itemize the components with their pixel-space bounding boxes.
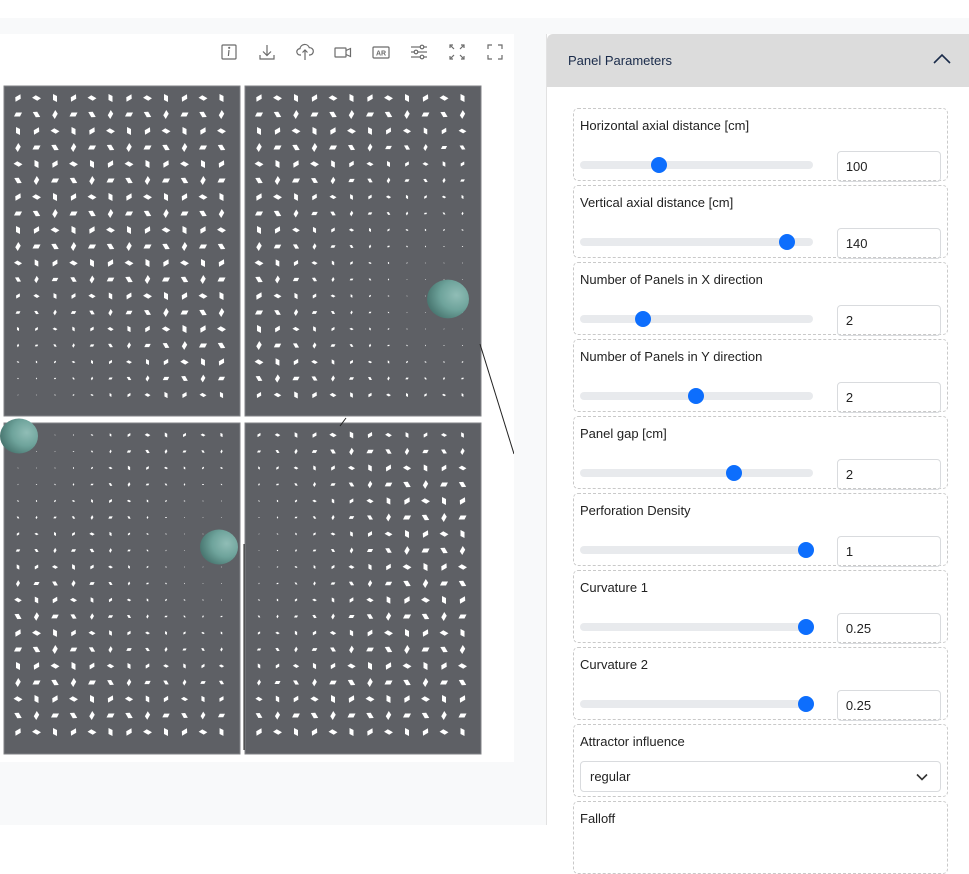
- parameter-group: Number of Panels in X direction 2: [573, 262, 948, 336]
- parameter-group: Number of Panels in Y direction 2: [573, 339, 948, 413]
- parameter-value-input[interactable]: 0.25: [836, 690, 941, 721]
- parameter-value-input[interactable]: 2: [836, 459, 941, 490]
- parameter-value-input[interactable]: 2: [836, 305, 941, 336]
- section-title: Panel Parameters: [568, 53, 673, 68]
- parameter-slider[interactable]: [580, 541, 814, 558]
- info-icon: [221, 44, 237, 60]
- parameter-label: Number of Panels in X direction: [580, 272, 763, 287]
- attractor-influence-label: Attractor influence: [580, 734, 685, 749]
- slider-thumb[interactable]: [797, 695, 814, 712]
- parameter-list: Horizontal axial distance [cm] 100 Verti…: [547, 87, 969, 874]
- fullscreen-button[interactable]: [476, 40, 514, 64]
- svg-text:AR: AR: [376, 50, 386, 57]
- top-bar: [0, 0, 969, 18]
- arrows-expand-icon: [449, 44, 465, 60]
- panel-top-right: [244, 85, 482, 417]
- ar-icon: AR: [372, 46, 390, 59]
- parameter-group: Panel gap [cm] 2: [573, 416, 948, 490]
- parameter-group: Curvature 2 0.25: [573, 647, 948, 721]
- parameter-label: Panel gap [cm]: [580, 426, 667, 441]
- parameter-value-input[interactable]: 1: [836, 536, 941, 567]
- parameter-label: Curvature 1: [580, 580, 648, 595]
- download-button[interactable]: [248, 40, 286, 64]
- parameter-slider[interactable]: [580, 156, 813, 173]
- parameter-value-input[interactable]: 100: [836, 151, 941, 182]
- attractor-sphere[interactable]: [427, 279, 469, 319]
- attractor-sphere[interactable]: [0, 418, 38, 454]
- parameter-label: Horizontal axial distance [cm]: [580, 118, 750, 133]
- parameter-slider[interactable]: [580, 695, 814, 712]
- viewer-toolbar: AR: [210, 40, 514, 64]
- parameter-group: Vertical axial distance [cm] 140: [573, 185, 948, 259]
- parameter-slider[interactable]: [580, 464, 813, 481]
- cloud-upload-icon: [296, 43, 314, 60]
- settings-button[interactable]: [400, 40, 438, 64]
- parameter-slider[interactable]: [580, 387, 813, 404]
- slider-thumb[interactable]: [688, 387, 705, 404]
- parameter-slider[interactable]: [580, 233, 813, 250]
- panel-parameters-accordion-header[interactable]: Panel Parameters: [547, 34, 969, 87]
- panel-top-left: [3, 85, 241, 417]
- sliders-icon: [411, 44, 427, 60]
- download-icon: [259, 45, 275, 60]
- falloff-group: Falloff: [573, 801, 948, 874]
- parameter-label: Perforation Density: [580, 503, 691, 518]
- slider-thumb[interactable]: [797, 541, 814, 558]
- parameter-group: Horizontal axial distance [cm] 100: [573, 108, 948, 182]
- slider-thumb[interactable]: [651, 156, 668, 173]
- chevron-down-icon: [916, 773, 928, 781]
- panel-bottom-right: [244, 422, 482, 755]
- parameter-label: Number of Panels in Y direction: [580, 349, 763, 364]
- slider-thumb[interactable]: [725, 464, 742, 481]
- parameter-value-input[interactable]: 140: [836, 228, 941, 259]
- slider-thumb[interactable]: [797, 618, 814, 635]
- slider-thumb[interactable]: [779, 233, 796, 250]
- parameter-slider[interactable]: [580, 310, 813, 327]
- parameter-value-input[interactable]: 2: [836, 382, 941, 413]
- attractor-influence-group: Attractor influence regular: [573, 724, 948, 797]
- video-button[interactable]: [324, 40, 362, 64]
- info-button[interactable]: [210, 40, 248, 64]
- chevron-up-icon[interactable]: [933, 52, 951, 70]
- ar-button[interactable]: AR: [362, 40, 400, 64]
- scene-canvas[interactable]: [0, 34, 514, 762]
- attractor-influence-select[interactable]: regular: [580, 761, 941, 792]
- attractor-influence-value: regular: [590, 769, 631, 784]
- slider-thumb[interactable]: [634, 310, 651, 327]
- video-camera-icon: [334, 47, 352, 58]
- zoom-extents-button[interactable]: [438, 40, 476, 64]
- 3d-viewer[interactable]: AR: [0, 34, 514, 762]
- parameter-group: Perforation Density 1: [573, 493, 948, 567]
- falloff-label: Falloff: [580, 811, 616, 826]
- parameter-label: Vertical axial distance [cm]: [580, 195, 734, 210]
- attractor-sphere[interactable]: [200, 529, 238, 565]
- fullscreen-icon: [487, 44, 503, 60]
- parameter-label: Curvature 2: [580, 657, 648, 672]
- panel-bottom-left: [3, 422, 241, 755]
- upload-cloud-button[interactable]: [286, 40, 324, 64]
- attractor-line: [479, 343, 514, 455]
- parameter-value-input[interactable]: 0.25: [836, 613, 941, 644]
- parameters-sidebar: Panel Parameters Horizontal axial distan…: [546, 34, 969, 874]
- parameter-slider[interactable]: [580, 618, 814, 635]
- parameter-group: Curvature 1 0.25: [573, 570, 948, 644]
